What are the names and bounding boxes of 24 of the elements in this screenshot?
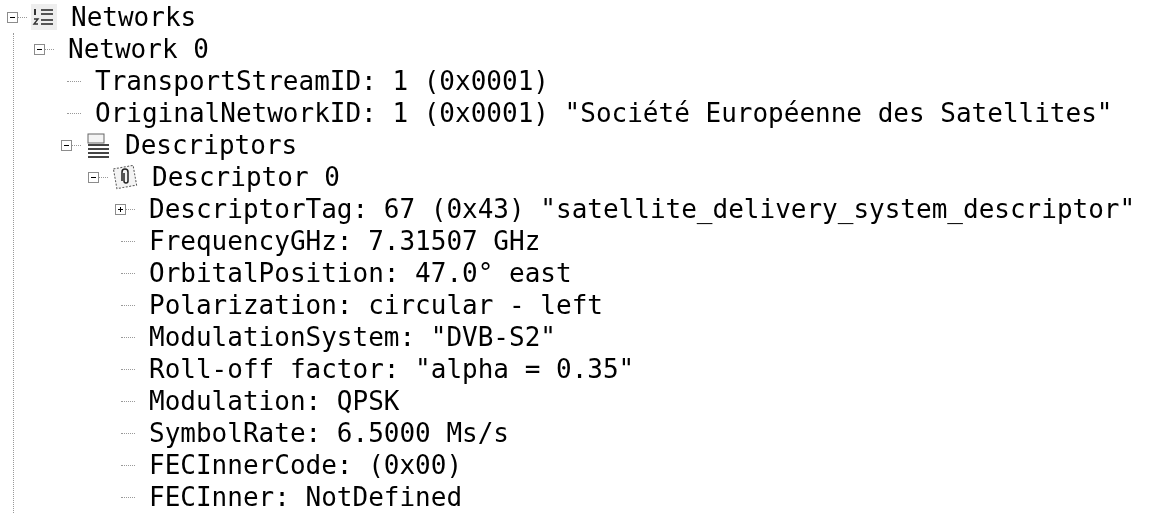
tree-item[interactable]: Polarization: circular - left bbox=[147, 290, 605, 320]
tree-item[interactable]: DescriptorTag: 67 (0x43) "satellite_delivery_system_descriptor" bbox=[147, 194, 1138, 224]
expand-toggle[interactable] bbox=[115, 203, 126, 215]
tree-item[interactable]: Descriptor 0 bbox=[150, 162, 342, 192]
tree-item[interactable]: FECInner: NotDefined bbox=[147, 482, 465, 512]
collapse-toggle[interactable] bbox=[34, 43, 45, 55]
tree-item[interactable]: ModulationSystem: "DVB-S2" bbox=[147, 322, 558, 352]
tree-item[interactable]: FrequencyGHz: 7.31507 GHz bbox=[147, 226, 543, 256]
tree-item[interactable]: Descriptors bbox=[123, 130, 300, 160]
tree-item[interactable]: FECInnerCode: (0x00) bbox=[147, 450, 465, 480]
tree-item[interactable]: OrbitalPosition: 47.0° east bbox=[147, 258, 574, 288]
stamp-icon bbox=[112, 164, 138, 190]
tree-item[interactable]: OriginalNetworkID: 1 (0x0001) "Société Européenne des Satellites" bbox=[93, 98, 1115, 128]
tree-item[interactable]: Modulation: QPSK bbox=[147, 386, 402, 416]
tree-item[interactable]: Roll-off factor: "alpha = 0.35" bbox=[147, 354, 637, 384]
tree-item[interactable]: TransportStreamID: 1 (0x0001) bbox=[93, 66, 551, 96]
tree-item[interactable]: Network 0 bbox=[66, 34, 211, 64]
collapse-toggle[interactable] bbox=[88, 171, 99, 183]
collapse-toggle[interactable] bbox=[7, 11, 18, 23]
numbered-list-icon bbox=[31, 4, 57, 30]
tree-item[interactable]: SymbolRate: 6.5000 Ms/s bbox=[147, 418, 512, 448]
stacked-lines-icon bbox=[85, 132, 111, 158]
tree-item[interactable]: Networks bbox=[69, 2, 199, 32]
collapse-toggle[interactable] bbox=[61, 139, 72, 151]
